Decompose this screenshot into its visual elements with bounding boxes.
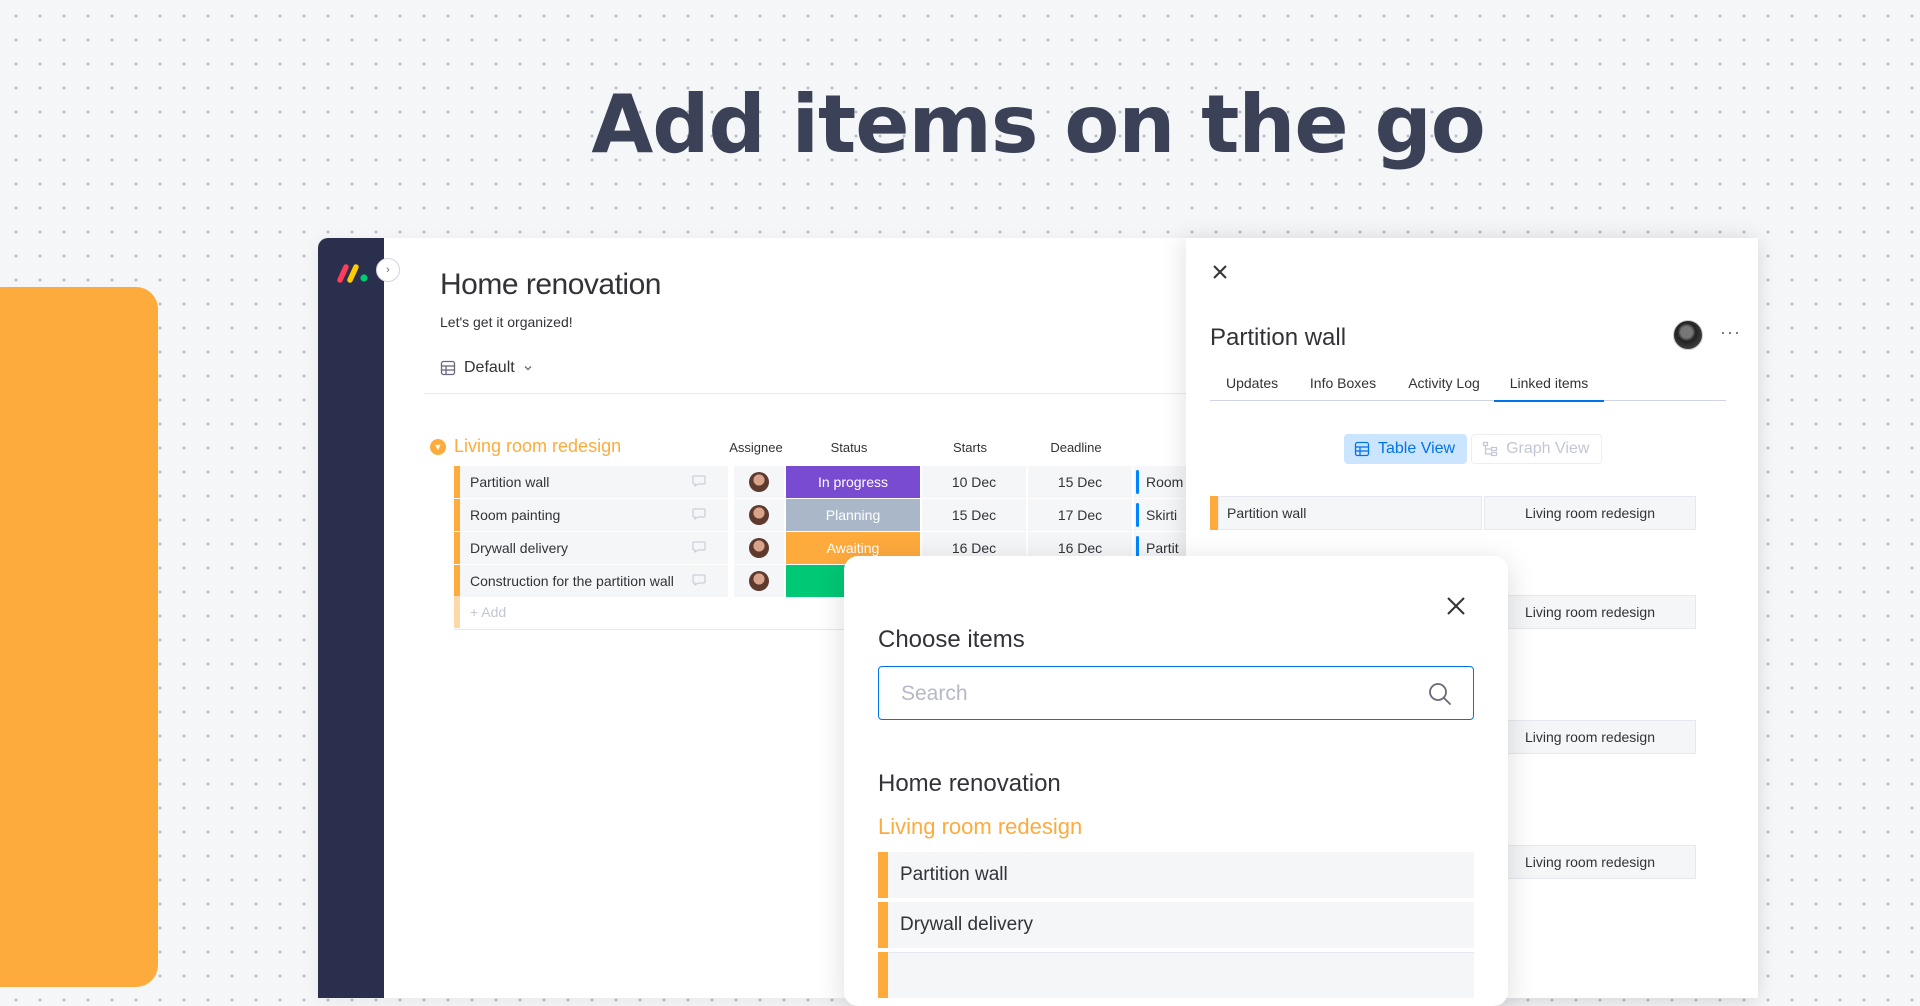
list-item[interactable] xyxy=(878,952,1474,998)
choose-items-dialog: Choose items Home renovation Living room… xyxy=(844,556,1508,1006)
decorative-orange-shape xyxy=(0,287,158,987)
tab-info-boxes[interactable]: Info Boxes xyxy=(1308,374,1378,400)
add-item-label[interactable]: + Add xyxy=(470,596,506,628)
assignee-cell[interactable] xyxy=(734,466,784,498)
deadline-cell[interactable]: 15 Dec xyxy=(1028,466,1132,498)
group-collapse-icon[interactable]: ▼ xyxy=(430,438,446,455)
more-options-icon[interactable]: ··· xyxy=(1720,322,1741,343)
graph-view-button[interactable]: Graph View xyxy=(1471,434,1603,464)
comment-icon[interactable] xyxy=(692,541,706,553)
linked-item-group: Living room redesign xyxy=(1484,720,1696,754)
graph-icon xyxy=(1482,441,1498,457)
item-name[interactable] xyxy=(888,952,1474,998)
status-cell[interactable]: In progress xyxy=(786,466,920,498)
table-row[interactable]: Partition wall In progress 10 Dec 15 Dec… xyxy=(454,466,1314,498)
column-header-status[interactable]: Status xyxy=(782,440,916,455)
linked-item-group: Living room redesign xyxy=(1484,845,1696,879)
tab-updates[interactable]: Updates xyxy=(1226,374,1278,400)
column-header-deadline[interactable]: Deadline xyxy=(1024,440,1128,455)
deadline-cell[interactable]: 17 Dec xyxy=(1028,499,1132,531)
table-icon xyxy=(440,360,456,376)
comment-icon[interactable] xyxy=(692,508,706,520)
column-header-assignee[interactable]: Assignee xyxy=(726,440,786,455)
status-cell[interactable]: Planning xyxy=(786,499,920,531)
assignee-cell[interactable] xyxy=(734,565,784,597)
divider xyxy=(424,393,1224,394)
avatar[interactable] xyxy=(1673,320,1703,350)
board-name: Home renovation xyxy=(878,770,1061,797)
headline: Add items on the go xyxy=(591,78,1485,171)
sidebar xyxy=(318,238,384,998)
starts-cell[interactable]: 15 Dec xyxy=(922,499,1026,531)
avatar xyxy=(749,571,769,591)
row-color-bar xyxy=(454,596,460,628)
search-field[interactable] xyxy=(878,666,1474,720)
chevron-down-icon xyxy=(524,366,532,371)
avatar xyxy=(749,505,769,525)
row-color-bar xyxy=(878,902,888,948)
table-view-label: Table View xyxy=(1378,440,1456,457)
collapse-sidebar-button[interactable]: › xyxy=(376,258,400,282)
item-tabs: Updates Info Boxes Activity Log Linked i… xyxy=(1210,374,1726,402)
assignee-cell[interactable] xyxy=(734,499,784,531)
close-icon[interactable] xyxy=(1444,594,1468,618)
close-icon[interactable] xyxy=(1210,262,1230,282)
chevron-right-icon: › xyxy=(386,264,390,276)
group-header[interactable]: ▼ Living room redesign xyxy=(430,436,621,457)
item-name[interactable]: Drywall delivery xyxy=(888,902,1474,948)
board-title: Home renovation xyxy=(440,268,661,301)
table-row[interactable]: Room painting Planning 15 Dec 17 Dec Ski… xyxy=(454,499,1314,531)
avatar xyxy=(749,538,769,558)
comment-icon[interactable] xyxy=(692,574,706,586)
board-subtitle: Let's get it organized! xyxy=(440,314,573,330)
monday-logo-icon[interactable] xyxy=(336,262,370,284)
table-view-button[interactable]: Table View xyxy=(1344,434,1468,464)
linked-item-group: Living room redesign xyxy=(1484,496,1696,530)
linked-item-row[interactable]: Partition wall Living room redesign xyxy=(1210,496,1696,530)
group-name[interactable]: Living room redesign xyxy=(454,436,621,457)
dialog-title: Choose items xyxy=(878,626,1025,653)
item-name[interactable]: Drywall delivery xyxy=(460,532,728,564)
group-name: Living room redesign xyxy=(878,814,1083,839)
row-color-bar xyxy=(878,852,888,898)
search-icon[interactable] xyxy=(1427,681,1453,707)
view-label: Default xyxy=(464,359,515,376)
search-input[interactable] xyxy=(899,677,1403,711)
tab-linked-items[interactable]: Linked items xyxy=(1494,374,1604,402)
list-item[interactable]: Drywall delivery xyxy=(878,902,1474,948)
table-icon xyxy=(1354,441,1370,457)
comment-icon[interactable] xyxy=(692,475,706,487)
linked-item-name[interactable]: Partition wall xyxy=(1218,496,1482,530)
item-title[interactable]: Partition wall xyxy=(1210,324,1346,352)
tab-activity-log[interactable]: Activity Log xyxy=(1406,374,1482,400)
item-name[interactable]: Construction for the partition wall xyxy=(460,565,728,597)
item-name[interactable]: Partition wall xyxy=(460,466,728,498)
view-toggle: Table View Graph View xyxy=(1344,434,1603,464)
avatar xyxy=(749,472,769,492)
row-color-bar xyxy=(878,952,888,998)
view-selector[interactable]: Default xyxy=(440,359,533,377)
item-name[interactable]: Partition wall xyxy=(888,852,1474,898)
linked-item-group: Living room redesign xyxy=(1484,595,1696,629)
list-item[interactable]: Partition wall xyxy=(878,852,1474,898)
item-name[interactable]: Room painting xyxy=(460,499,728,531)
assignee-cell[interactable] xyxy=(734,532,784,564)
column-header-starts[interactable]: Starts xyxy=(918,440,1022,455)
graph-view-label: Graph View xyxy=(1506,440,1590,457)
row-color-bar xyxy=(1210,496,1218,530)
starts-cell[interactable]: 10 Dec xyxy=(922,466,1026,498)
